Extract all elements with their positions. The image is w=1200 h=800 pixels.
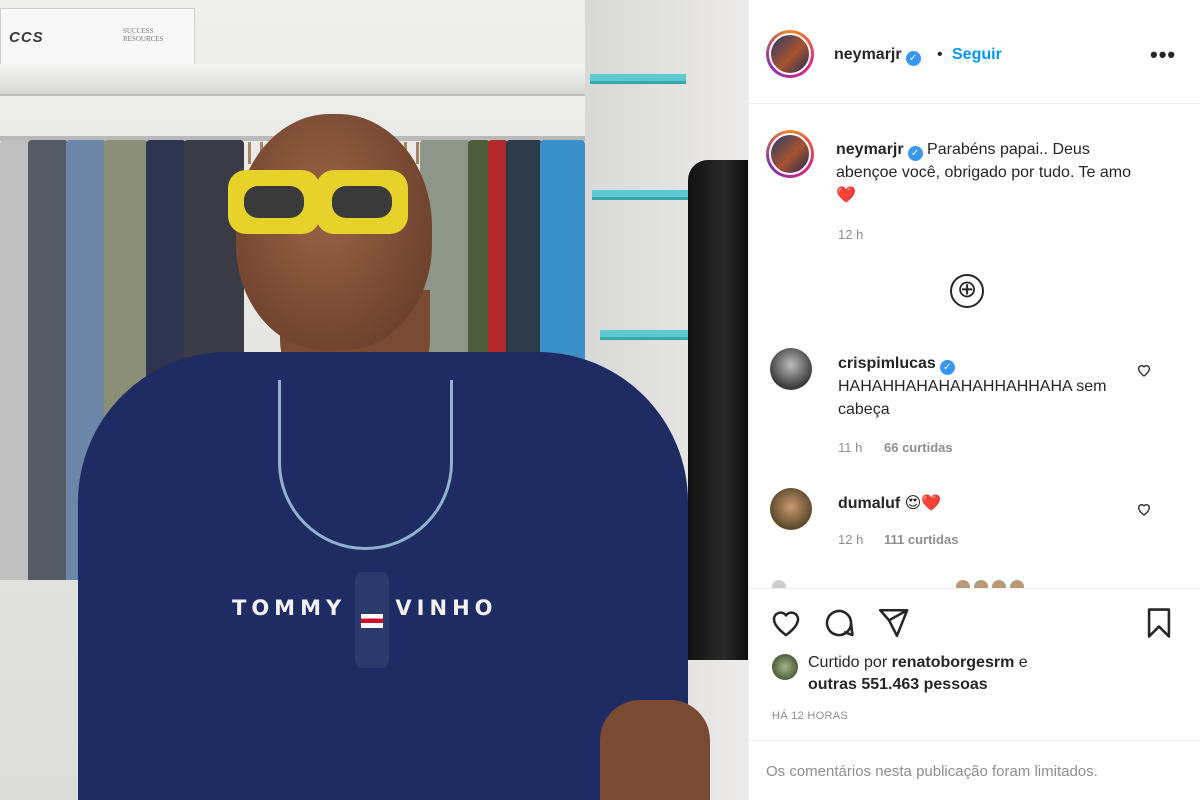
glasses-chain (278, 380, 453, 550)
lens-right (316, 170, 408, 234)
comment-username[interactable]: dumaluf (838, 495, 900, 512)
comment-text: HAHAHHAHAHAHAHHAHHAHA sem cabeça (838, 378, 1107, 418)
share-icon[interactable] (876, 606, 910, 640)
verified-icon: ✓ (905, 51, 921, 66)
arm (600, 700, 710, 800)
verified-icon: ✓ (907, 146, 923, 161)
verified-icon: ✓ (939, 360, 955, 375)
comment-icon[interactable] (822, 606, 856, 640)
comment: crispimlucas ✓ HAHAHHAHAHAHAHHAHHAHA sem … (838, 352, 1128, 421)
partial-comment-row (772, 580, 1172, 588)
follow-button[interactable]: Seguir (952, 46, 1002, 64)
caption-avatar[interactable] (766, 130, 814, 178)
save-bookmark-icon[interactable] (1142, 606, 1176, 640)
comment-text: 😍❤️ (904, 495, 942, 512)
post-photo[interactable]: CCS SUCCESS RESOURCES TOMMY VINHO (0, 0, 748, 800)
liked-by-joiner: e (1018, 654, 1028, 671)
caption-username[interactable]: neymarjr (836, 141, 904, 158)
comment-like-heart-icon[interactable] (1136, 362, 1152, 378)
separator-dot: • (937, 46, 943, 63)
comment-likes[interactable]: 66 curtidas (884, 440, 953, 455)
liked-by-user[interactable]: renatoborgesrm (892, 654, 1015, 671)
liked-by-prefix: Curtido por (808, 654, 888, 671)
post-timestamp[interactable]: HÁ 12 HORAS (772, 710, 848, 722)
liker-avatar[interactable] (772, 654, 798, 680)
owner-avatar[interactable] (766, 30, 814, 78)
comment-time[interactable]: 12 h (838, 532, 863, 547)
comment: dumaluf 😍❤️ (838, 492, 1128, 515)
comment-avatar[interactable] (770, 348, 812, 390)
owner-username[interactable]: neymarjr ✓ (834, 46, 921, 66)
caption-time[interactable]: 12 h (838, 227, 863, 242)
comment-username[interactable]: crispimlucas (838, 355, 936, 372)
like-heart-icon[interactable] (768, 606, 804, 640)
comment-likes[interactable]: 111 curtidas (884, 532, 958, 547)
liked-by-others[interactable]: outras 551.463 pessoas (808, 676, 988, 693)
shirt-print: TOMMY VINHO (232, 596, 498, 620)
lens-left (228, 170, 320, 234)
comment-avatar[interactable] (770, 488, 812, 530)
liked-by[interactable]: Curtido por renatoborgesrm e outras 551.… (808, 652, 1108, 696)
person: TOMMY VINHO (0, 0, 748, 800)
load-more-comments-icon[interactable]: ⊕ (950, 274, 984, 308)
comment-time[interactable]: 11 h (838, 440, 862, 455)
more-options-icon[interactable]: ••• (1150, 42, 1176, 68)
comments-limited-bar: Os comentários nesta publicação foram li… (748, 740, 1200, 800)
comments-limited-text: Os comentários nesta publicação foram li… (766, 763, 1098, 780)
caption: neymarjr ✓ Parabéns papai.. Deus abençoe … (836, 138, 1136, 207)
owner-username-text[interactable]: neymarjr (834, 46, 902, 63)
comment-like-heart-icon[interactable] (1136, 501, 1152, 517)
shirt-flag (355, 572, 389, 668)
yellow-sunglasses (228, 170, 408, 242)
